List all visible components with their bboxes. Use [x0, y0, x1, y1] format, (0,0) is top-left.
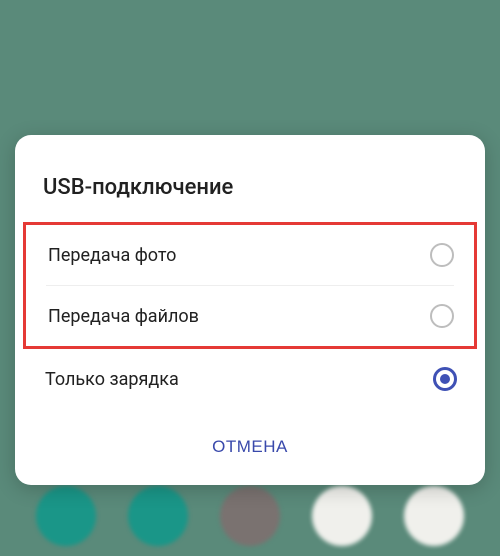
- app-icon-bg: [128, 486, 188, 546]
- option-charging-only[interactable]: Только зарядка: [15, 349, 485, 409]
- radio-unchecked-icon: [430, 243, 454, 267]
- app-icon-bg: [36, 486, 96, 546]
- app-icon-bg: [220, 486, 280, 546]
- dialog-title: USB-подключение: [15, 135, 485, 222]
- option-label: Только зарядка: [45, 369, 179, 390]
- radio-unchecked-icon: [430, 304, 454, 328]
- app-icon-bg: [312, 486, 372, 546]
- option-label: Передача файлов: [48, 306, 199, 327]
- cancel-button[interactable]: ОТМЕНА: [196, 429, 304, 465]
- usb-connection-dialog: USB-подключение Передача фото Передача ф…: [15, 135, 485, 485]
- annotation-highlight: Передача фото Передача файлов: [23, 222, 477, 349]
- option-file-transfer[interactable]: Передача файлов: [26, 286, 474, 346]
- app-icon-bg: [404, 486, 464, 546]
- radio-checked-icon: [433, 367, 457, 391]
- option-label: Передача фото: [48, 245, 176, 266]
- dialog-actions: ОТМЕНА: [15, 409, 485, 477]
- option-photo-transfer[interactable]: Передача фото: [26, 225, 474, 285]
- home-screen-apps: [0, 476, 500, 556]
